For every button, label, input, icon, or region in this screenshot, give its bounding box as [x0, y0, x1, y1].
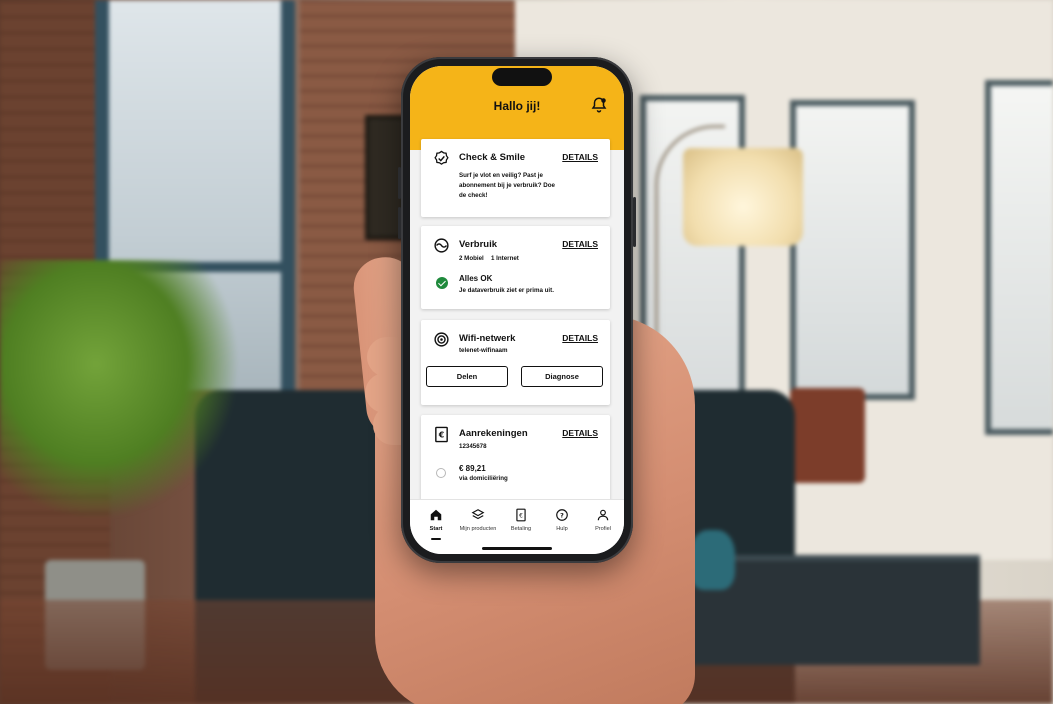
wifi-card[interactable]: Wifi-netwerk DETAILS telenet-wifinaam De… [421, 320, 610, 405]
card-title: Verbruik [459, 239, 498, 250]
usage-status-title: Alles OK [459, 274, 493, 283]
nav-payment[interactable]: € Betaling [500, 508, 542, 532]
wifi-network-name: telenet-wifinaam [459, 347, 508, 354]
card-title: Aanrekeningen [459, 428, 528, 439]
clock-icon [436, 468, 446, 478]
svg-text:?: ? [560, 511, 564, 519]
user-icon [597, 509, 609, 521]
share-button[interactable]: Delen [426, 366, 508, 387]
diagnose-button[interactable]: Diagnose [521, 366, 603, 387]
billing-card[interactable]: € Aanrekeningen DETAILS 12345678 € 89,21… [421, 415, 610, 505]
nav-label: Start [429, 526, 443, 532]
internet-count: 1 Internet [491, 255, 519, 262]
notification-bell-icon[interactable] [590, 96, 608, 114]
home-icon [430, 509, 442, 521]
nav-label: Mijn producten [459, 526, 497, 532]
home-indicator [482, 547, 552, 550]
usage-card[interactable]: Verbruik DETAILS 2 Mobiel 1 Internet All… [421, 226, 610, 309]
usage-gauge-icon [434, 238, 449, 253]
usage-status-text: Je dataverbruik ziet er prima uit. [459, 287, 554, 294]
card-title: Check & Smile [459, 152, 525, 163]
nav-products[interactable]: Mijn producten [457, 508, 499, 532]
help-icon: ? [556, 509, 568, 521]
wifi-details-link[interactable]: DETAILS [562, 333, 598, 343]
smartphone: Hallo jij! Check & Smile DETAILS Surf je… [398, 57, 636, 563]
bill-amount: € 89,21 [459, 464, 486, 473]
wifi-radar-icon [434, 332, 449, 347]
app-screen: Hallo jij! Check & Smile DETAILS Surf je… [410, 66, 624, 554]
usage-details-link[interactable]: DETAILS [562, 239, 598, 249]
check-smile-card[interactable]: Check & Smile DETAILS Surf je vlot en ve… [421, 139, 610, 217]
account-number: 12345678 [459, 443, 487, 450]
check-badge-icon [434, 150, 449, 165]
nav-profile[interactable]: Profiel [582, 508, 624, 532]
mobile-count: 2 Mobiel [459, 255, 484, 262]
invoice-icon: € [516, 508, 526, 522]
nav-label: Betaling [510, 526, 532, 532]
check-smile-details-link[interactable]: DETAILS [562, 152, 598, 162]
nav-help[interactable]: ? Hulp [541, 508, 583, 532]
card-title: Wifi-netwerk [459, 333, 516, 344]
invoice-icon: € [435, 426, 448, 443]
nav-label: Profiel [595, 526, 611, 532]
card-text-line: de check! [459, 192, 488, 199]
layers-icon [471, 509, 485, 520]
active-tab-indicator [431, 538, 441, 540]
payment-method: via domiciliëring [459, 475, 508, 482]
bottom-navigation: Start Mijn producten € Betaling ? Hulp P… [410, 499, 624, 554]
nav-start[interactable]: Start [415, 508, 457, 532]
nav-label: Hulp [556, 526, 568, 532]
ok-check-icon [436, 277, 448, 289]
svg-text:€: € [438, 430, 444, 439]
phone-notch [492, 68, 552, 86]
svg-text:€: € [519, 513, 523, 519]
card-text-line: Surf je vlot en veilig? Past je [459, 172, 543, 179]
card-text-line: abonnement bij je verbruik? Doe [459, 182, 555, 189]
billing-details-link[interactable]: DETAILS [562, 428, 598, 438]
